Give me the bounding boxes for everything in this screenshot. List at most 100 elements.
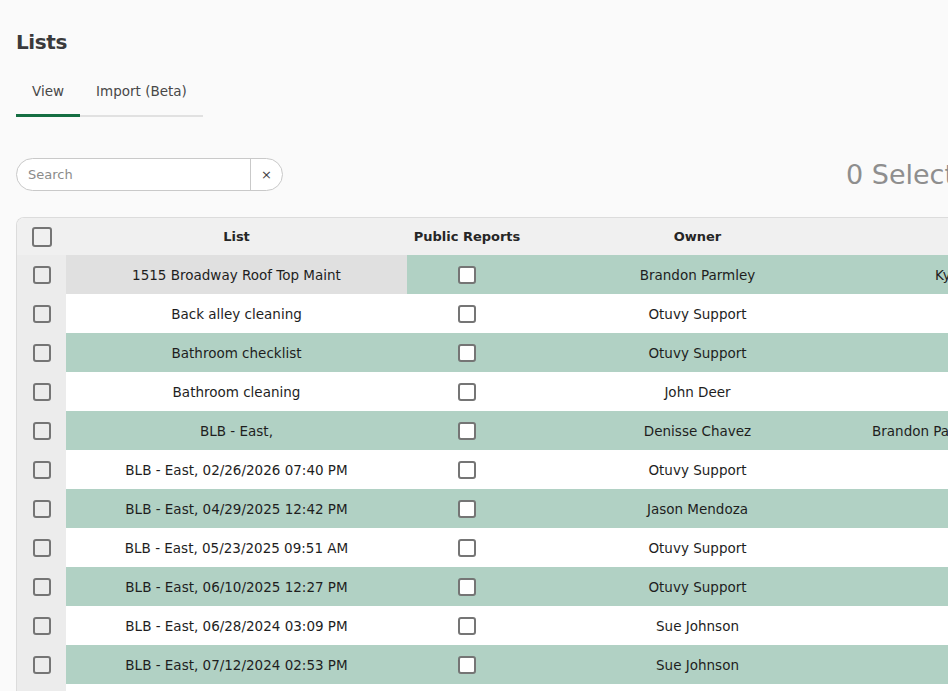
owner-cell: Denisse Chavez (527, 411, 868, 450)
public-reports-checkbox[interactable] (458, 617, 476, 635)
public-reports-checkbox[interactable] (458, 422, 476, 440)
row-select-cell (17, 255, 66, 294)
public-reports-cell (407, 372, 527, 411)
table-row[interactable]: BLB - East, 02/26/2026 07:40 PM Otuvy Su… (17, 450, 948, 489)
list-name-cell[interactable]: BLB - East, 06/28/2024 03:09 PM (66, 606, 407, 645)
column-header-list[interactable]: List (66, 218, 407, 255)
column-header-public-reports[interactable]: Public Reports (407, 218, 527, 255)
owner-cell: Sue Johnson (527, 606, 868, 645)
select-all-header-cell (17, 218, 66, 255)
table-filler-cell (17, 684, 66, 691)
table-row[interactable]: BLB - East, 07/12/2024 02:53 PM Sue John… (17, 645, 948, 684)
public-reports-cell (407, 255, 527, 294)
public-reports-cell (407, 528, 527, 567)
list-name-cell[interactable]: BLB - East, 02/26/2026 07:40 PM (66, 450, 407, 489)
search-clear-button[interactable]: × (251, 159, 282, 190)
extra-cell (868, 372, 948, 411)
row-checkbox[interactable] (33, 500, 51, 518)
column-header-owner[interactable]: Owner (527, 218, 868, 255)
row-checkbox[interactable] (33, 344, 51, 362)
public-reports-checkbox[interactable] (458, 305, 476, 323)
row-select-cell (17, 567, 66, 606)
tab-view[interactable]: View (16, 78, 80, 115)
table-row[interactable]: BLB - East, 04/29/2025 12:42 PM Jason Me… (17, 489, 948, 528)
public-reports-checkbox[interactable] (458, 578, 476, 596)
table-filler-cell (407, 684, 527, 691)
search-input[interactable] (17, 159, 250, 190)
table-row[interactable]: Back alley cleaning Otuvy Support (17, 294, 948, 333)
extra-cell (868, 333, 948, 372)
public-reports-checkbox[interactable] (458, 266, 476, 284)
public-reports-checkbox[interactable] (458, 656, 476, 674)
select-all-checkbox[interactable] (32, 227, 52, 247)
table-row[interactable]: Bathroom cleaning John Deer (17, 372, 948, 411)
table-filler-row (17, 684, 948, 691)
owner-cell: Otuvy Support (527, 450, 868, 489)
extra-cell (868, 645, 948, 684)
row-select-cell (17, 294, 66, 333)
row-checkbox[interactable] (33, 461, 51, 479)
public-reports-cell (407, 411, 527, 450)
lists-table: List Public Reports Owner 1515 Broadway … (16, 217, 948, 691)
owner-cell: John Deer (527, 372, 868, 411)
list-name-cell[interactable]: BLB - East, 04/29/2025 12:42 PM (66, 489, 407, 528)
list-name-cell[interactable]: Back alley cleaning (66, 294, 407, 333)
public-reports-checkbox[interactable] (458, 344, 476, 362)
tab-bar: View Import (Beta) (16, 78, 203, 117)
list-name-cell[interactable]: BLB - East, 05/23/2025 09:51 AM (66, 528, 407, 567)
extra-cell (868, 567, 948, 606)
tab-import-beta[interactable]: Import (Beta) (80, 78, 203, 115)
table-row[interactable]: Bathroom checklist Otuvy Support (17, 333, 948, 372)
extra-cell: Brandon Pa (868, 411, 948, 450)
table-row[interactable]: BLB - East, 06/10/2025 12:27 PM Otuvy Su… (17, 567, 948, 606)
table-row[interactable]: BLB - East, Denisse Chavez Brandon Pa (17, 411, 948, 450)
list-name-cell[interactable]: 1515 Broadway Roof Top Maint (66, 255, 407, 294)
extra-cell (868, 606, 948, 645)
extra-cell (868, 450, 948, 489)
public-reports-cell (407, 450, 527, 489)
row-select-cell (17, 528, 66, 567)
owner-cell: Otuvy Support (527, 333, 868, 372)
row-select-cell (17, 645, 66, 684)
list-name-cell[interactable]: Bathroom cleaning (66, 372, 407, 411)
page-title: Lists (16, 30, 67, 54)
list-name-cell[interactable]: Bathroom checklist (66, 333, 407, 372)
public-reports-checkbox[interactable] (458, 461, 476, 479)
table-row[interactable]: BLB - East, 06/28/2024 03:09 PM Sue John… (17, 606, 948, 645)
table-header-row: List Public Reports Owner (17, 218, 948, 255)
column-header-extra (868, 218, 948, 255)
owner-cell: Jason Mendoza (527, 489, 868, 528)
row-checkbox[interactable] (33, 266, 51, 284)
public-reports-cell (407, 333, 527, 372)
extra-cell (868, 528, 948, 567)
extra-cell (868, 294, 948, 333)
table-filler-cell (527, 684, 868, 691)
extra-cell (868, 489, 948, 528)
row-select-cell (17, 372, 66, 411)
table-row[interactable]: 1515 Broadway Roof Top Maint Brandon Par… (17, 255, 948, 294)
list-name-cell[interactable]: BLB - East, 06/10/2025 12:27 PM (66, 567, 407, 606)
extra-cell: Ky (868, 255, 948, 294)
public-reports-checkbox[interactable] (458, 500, 476, 518)
row-checkbox[interactable] (33, 383, 51, 401)
public-reports-checkbox[interactable] (458, 539, 476, 557)
owner-cell: Brandon Parmley (527, 255, 868, 294)
row-checkbox[interactable] (33, 422, 51, 440)
row-select-cell (17, 333, 66, 372)
public-reports-cell (407, 489, 527, 528)
row-checkbox[interactable] (33, 539, 51, 557)
row-checkbox[interactable] (33, 578, 51, 596)
row-checkbox[interactable] (33, 656, 51, 674)
row-checkbox[interactable] (33, 617, 51, 635)
row-select-cell (17, 489, 66, 528)
public-reports-cell (407, 606, 527, 645)
table-row[interactable]: BLB - East, 05/23/2025 09:51 AM Otuvy Su… (17, 528, 948, 567)
table-filler-cell (868, 684, 948, 691)
public-reports-checkbox[interactable] (458, 383, 476, 401)
row-select-cell (17, 606, 66, 645)
list-name-cell[interactable]: BLB - East, (66, 411, 407, 450)
owner-cell: Otuvy Support (527, 528, 868, 567)
list-name-cell[interactable]: BLB - East, 07/12/2024 02:53 PM (66, 645, 407, 684)
row-select-cell (17, 411, 66, 450)
row-checkbox[interactable] (33, 305, 51, 323)
